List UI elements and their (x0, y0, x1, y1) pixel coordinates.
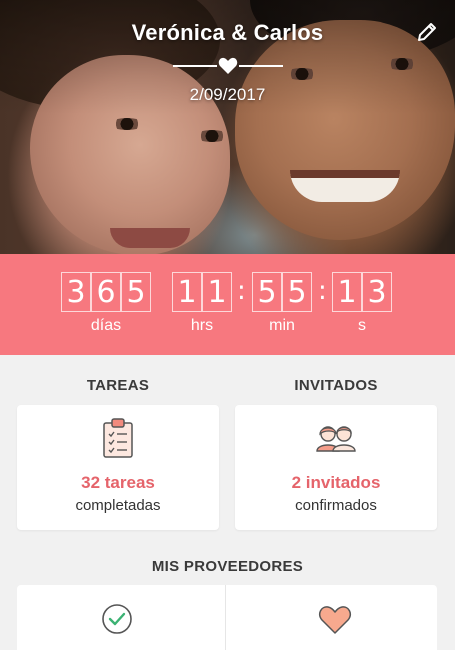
hours-digit: 1 (202, 272, 232, 312)
colon-separator: : (318, 276, 327, 306)
seconds-label: s (358, 317, 366, 334)
wedding-date: 2/09/2017 (189, 85, 266, 104)
days-digit: 3 (61, 272, 91, 312)
check-circle-icon (102, 604, 132, 634)
couple-names: Verónica & Carlos (131, 20, 324, 45)
tasks-subtitle: completadas (75, 497, 161, 514)
title-divider (173, 57, 283, 75)
guests-section-title: INVITADOS (294, 377, 378, 394)
guests-card[interactable]: 2 invitados confirmados (235, 405, 437, 530)
heart-icon (319, 606, 351, 634)
providers-favorites-item[interactable] (226, 585, 437, 650)
tasks-card[interactable]: 32 tareas completadas (17, 405, 219, 530)
days-label: días (90, 317, 122, 334)
couple-icon (316, 426, 356, 452)
days-digit: 5 (121, 272, 151, 312)
minutes-digit: 5 (252, 272, 282, 312)
providers-card (17, 585, 437, 650)
providers-hired-item[interactable] (17, 585, 225, 650)
colon-separator: : (237, 276, 246, 306)
days-digit: 6 (91, 272, 121, 312)
minutes-label: min (269, 317, 295, 334)
seconds-digit: 1 (332, 272, 362, 312)
pencil-icon[interactable] (415, 20, 439, 44)
guests-count: 2 invitados (291, 473, 381, 492)
providers-section-title: MIS PROVEEDORES (151, 558, 304, 575)
hours-label: hrs (190, 317, 214, 334)
clipboard-checklist-icon (103, 418, 133, 458)
seconds-digit: 3 (362, 272, 392, 312)
heart-icon (218, 57, 238, 74)
guests-subtitle: confirmados (295, 497, 377, 514)
tasks-count: 32 tareas (81, 473, 155, 492)
hours-digit: 1 (172, 272, 202, 312)
tasks-section-title: TAREAS (86, 377, 150, 394)
countdown-bar: 3 6 5 1 1 : 5 5 : 1 3 días hrs min s (0, 254, 455, 355)
minutes-digit: 5 (282, 272, 312, 312)
